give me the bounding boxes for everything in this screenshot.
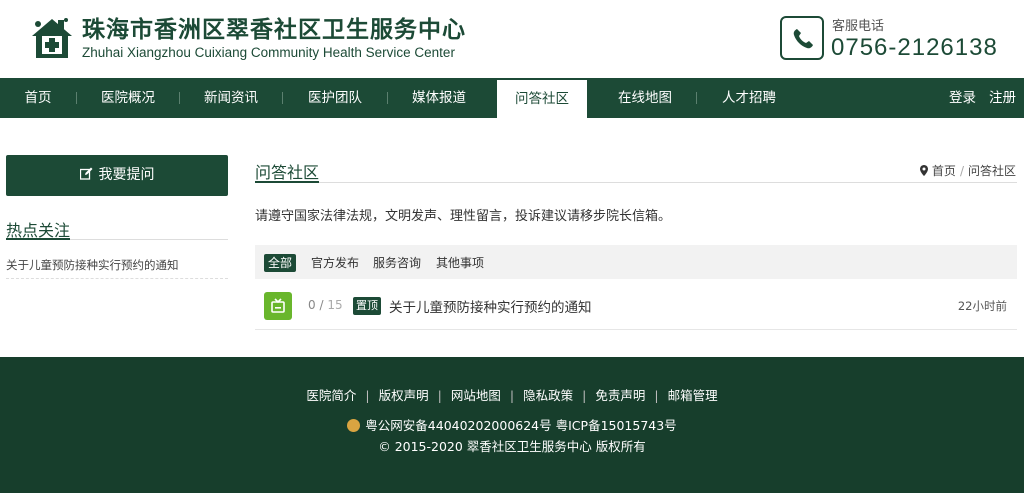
pinned-badge: 置顶 [353, 297, 381, 315]
ask-question-button[interactable]: 我要提问 [6, 155, 228, 196]
nav-item-team[interactable]: 医护团队 [283, 78, 387, 118]
site-title-en: Zhuhai Xiangzhou Cuixiang Community Heal… [82, 45, 455, 60]
phone-icon [780, 16, 824, 60]
icp-record: 粤公网安备44040202000624号 粤ICP备15015743号 [0, 415, 1024, 434]
ask-question-label: 我要提问 [98, 167, 155, 183]
hot-topic-item[interactable]: 关于儿童预防接种实行预约的通知 [6, 257, 179, 273]
breadcrumb: 首页 / 问答社区 [920, 162, 1016, 179]
divider [255, 182, 1017, 183]
breadcrumb-home[interactable]: 首页 [932, 164, 956, 178]
nav-item-about[interactable]: 医院概况 [77, 78, 179, 118]
answer-count: 0 [308, 298, 316, 312]
site-header: 珠海市香洲区翠香社区卫生服务中心 Zhuhai Xiangzhou Cuixia… [0, 0, 1024, 78]
footer-link-privacy[interactable]: 隐私政策 [523, 388, 573, 403]
copyright-text: © 2015-2020 翠香社区卫生服务中心 版权所有 [378, 439, 646, 454]
map-pin-icon [920, 164, 932, 178]
hotline-number: 0756-2126138 [831, 34, 998, 61]
nav-item-home[interactable]: 首页 [0, 78, 76, 118]
police-badge-icon [347, 419, 361, 432]
filter-bar: 全部 官方发布 服务咨询 其他事项 [255, 245, 1017, 279]
icp-text[interactable]: 粤公网安备44040202000624号 粤ICP备15015743号 [365, 418, 676, 433]
filter-other[interactable]: 其他事项 [436, 254, 484, 272]
answer-view-count: 0 / 15 [308, 298, 343, 312]
nav-item-news[interactable]: 新闻资讯 [180, 78, 282, 118]
hotline-label: 客服电话 [832, 19, 885, 34]
page-title: 问答社区 [255, 163, 320, 182]
divider [6, 278, 228, 279]
footer-link-disclaimer[interactable]: 免责声明 [595, 388, 645, 403]
login-link[interactable]: 登录 [949, 78, 976, 118]
view-count: 15 [327, 298, 343, 312]
list-item[interactable]: 0 / 15 置顶 关于儿童预防接种实行预约的通知 22小时前 [255, 286, 1017, 330]
nav-item-media[interactable]: 媒体报道 [388, 78, 490, 118]
footer-links: 医院简介 | 版权声明 | 网站地图 | 隐私政策 | 免责声明 | 邮箱管理 [306, 388, 718, 403]
brand-block[interactable]: 珠海市香洲区翠香社区卫生服务中心 Zhuhai Xiangzhou Cuixia… [82, 15, 466, 61]
footer-link-mail[interactable]: 邮箱管理 [668, 388, 718, 403]
title-underline [255, 181, 319, 183]
footer-link-sitemap[interactable]: 网站地图 [451, 388, 501, 403]
nav-item-jobs[interactable]: 人才招聘 [697, 78, 801, 118]
footer-link-copyright[interactable]: 版权声明 [379, 388, 429, 403]
footer-link-intro[interactable]: 医院简介 [306, 388, 356, 403]
filter-service[interactable]: 服务咨询 [373, 254, 421, 272]
edit-icon [79, 155, 93, 196]
site-footer: 医院简介 | 版权声明 | 网站地图 | 隐私政策 | 免责声明 | 邮箱管理 粤公网安备44040… [0, 357, 1024, 493]
register-link[interactable]: 注册 [989, 78, 1016, 118]
filter-all[interactable]: 全部 [264, 254, 297, 272]
filter-official[interactable]: 官方发布 [311, 254, 359, 272]
main-nav: 首页 医院概况 新闻资讯 医护团队 媒体报道 问答社区 在线地图 人才招聘 登录… [0, 78, 1024, 118]
title-underline [6, 238, 70, 240]
post-time: 22小时前 [957, 299, 1007, 313]
nav-item-map[interactable]: 在线地图 [594, 78, 696, 118]
nav-item-qa[interactable]: 问答社区 [497, 80, 587, 118]
hospital-logo-icon[interactable] [28, 14, 76, 62]
notice-icon [264, 292, 292, 320]
site-title-cn: 珠海市香洲区翠香社区卫生服务中心 [82, 17, 466, 43]
community-notice: 请遵守国家法律法规，文明发声、理性留言，投诉建议请移步院长信箱。 [255, 209, 672, 224]
post-title[interactable]: 关于儿童预防接种实行预约的通知 [389, 296, 592, 316]
breadcrumb-current: 问答社区 [967, 164, 1016, 178]
